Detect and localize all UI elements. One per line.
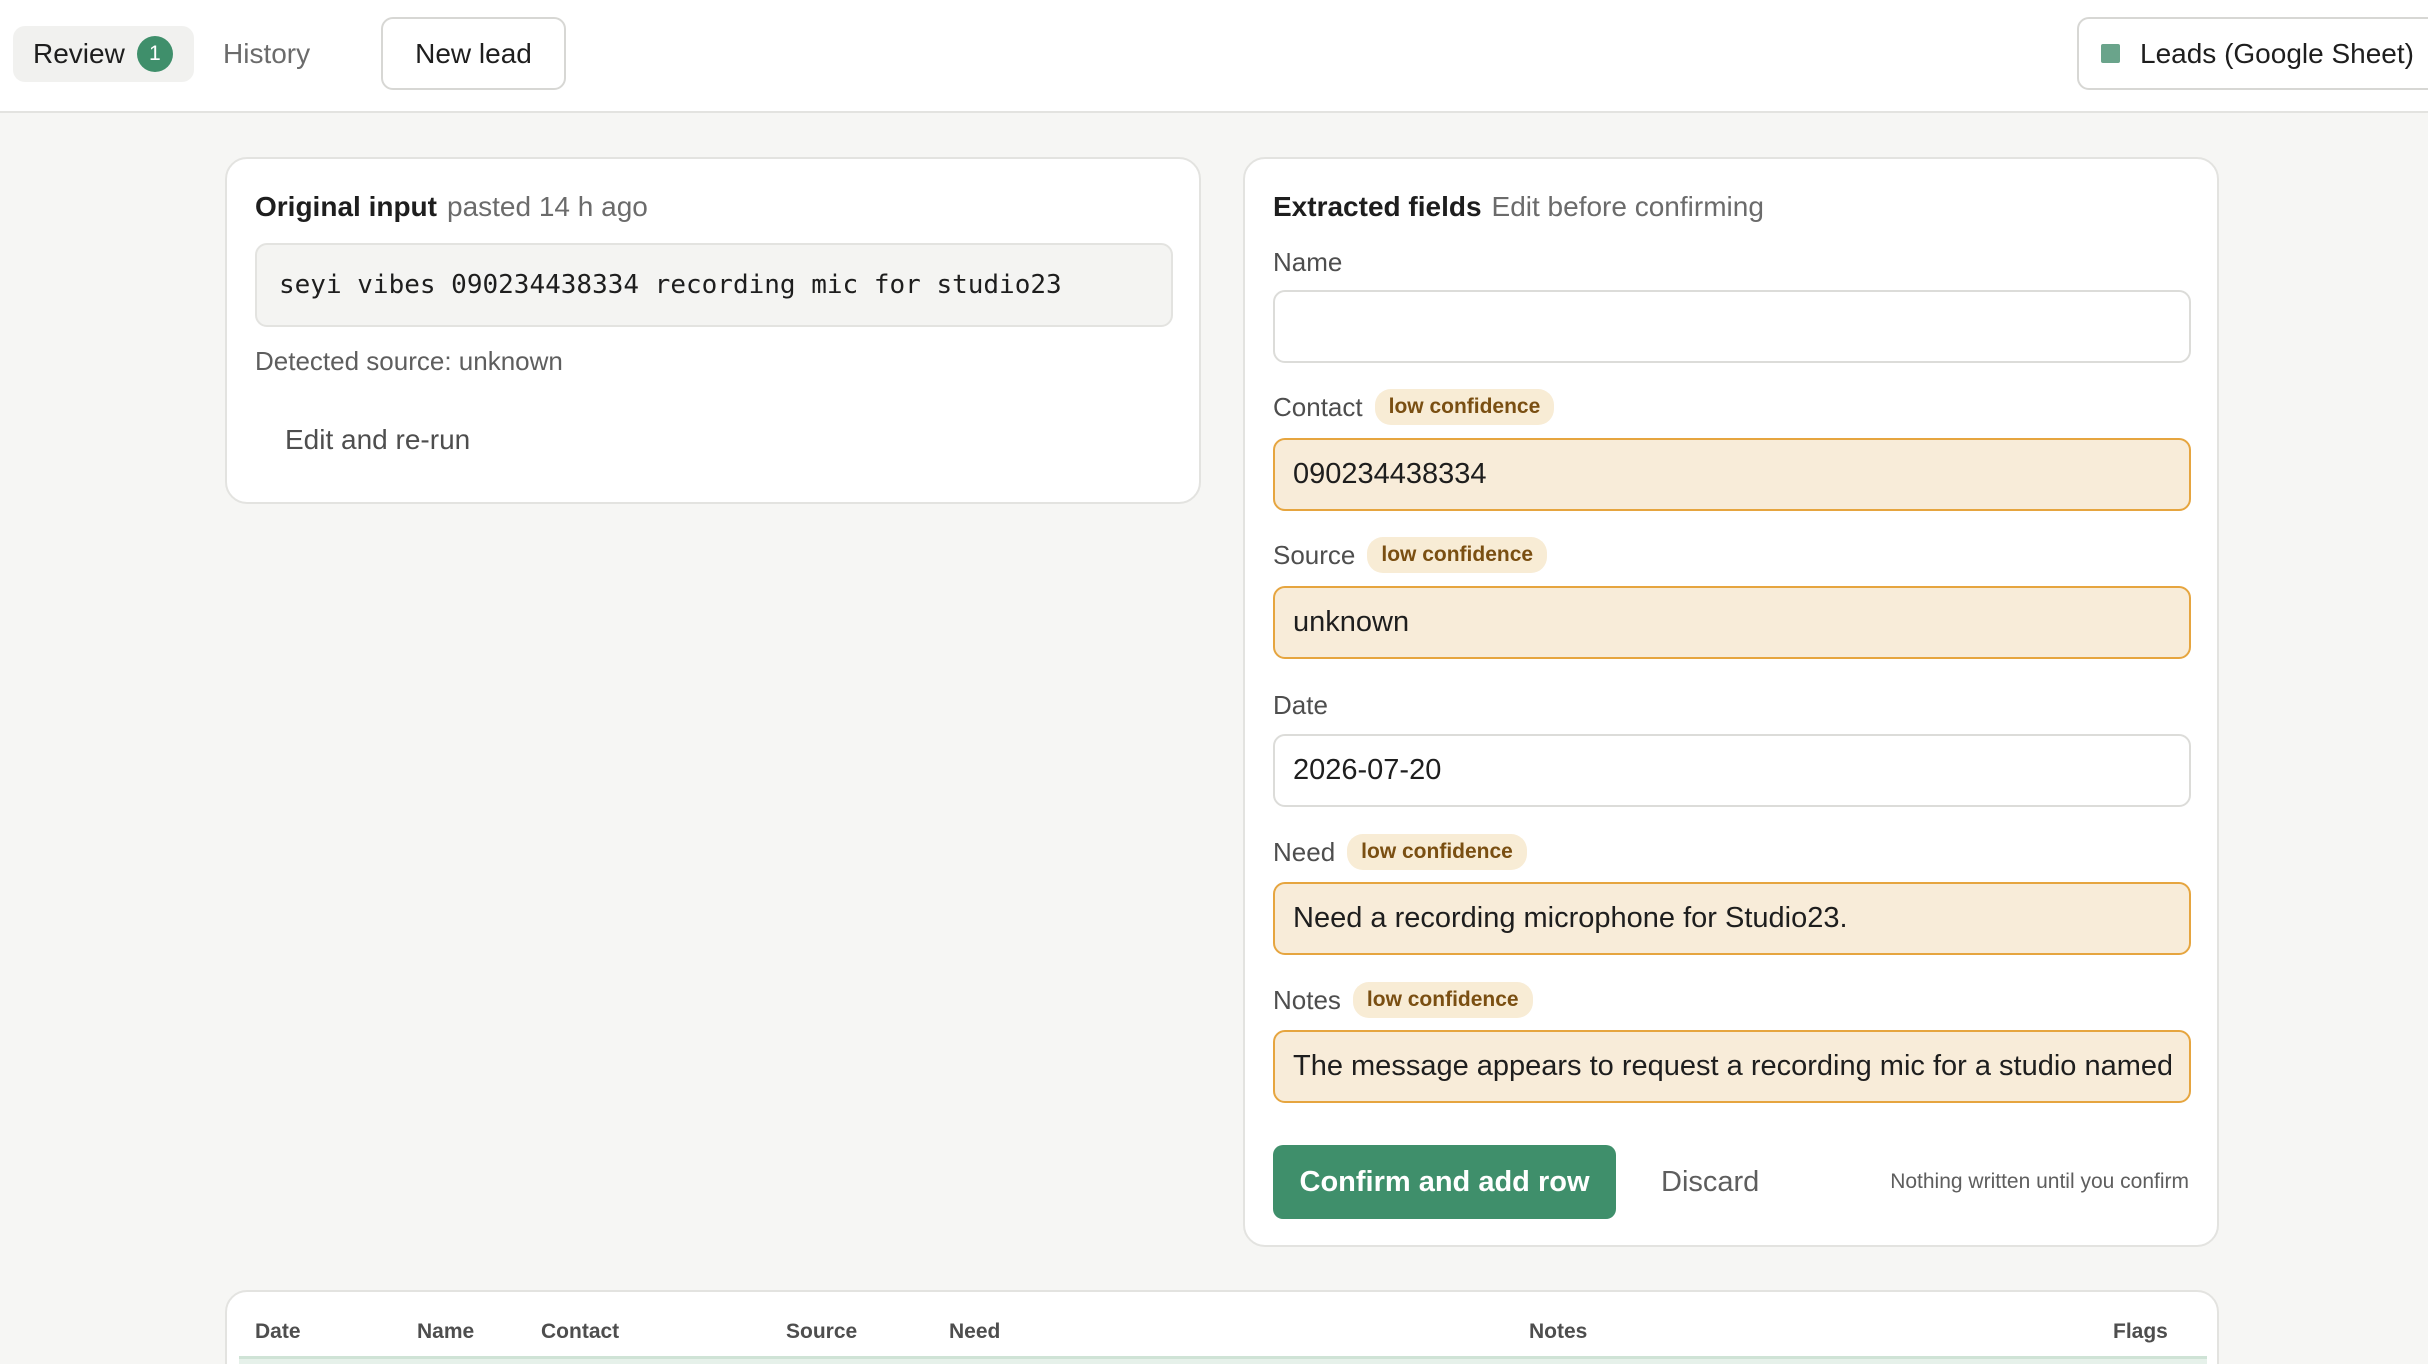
raw-input-text: seyi vibes 090234438334 recording mic fo… <box>255 243 1173 327</box>
sheet-label: Leads (Google Sheet) <box>2140 37 2414 69</box>
table-row[interactable] <box>239 1356 2207 1364</box>
column-header-flags: Flags <box>2113 1320 2168 1343</box>
date-label-text: Date <box>1273 689 1328 720</box>
need-label-text: Need <box>1273 836 1336 867</box>
date-field[interactable] <box>1273 734 2191 807</box>
name-label: Name <box>1273 245 1342 279</box>
name-label-text: Name <box>1273 246 1343 277</box>
tab-review-label: Review <box>33 38 125 69</box>
discard-button[interactable]: Discard <box>1645 1145 1775 1219</box>
edit-rerun-button[interactable]: Edit and re-run <box>255 409 500 471</box>
source-label: Source low confidence <box>1273 535 1548 575</box>
extracted-fields-card: Extracted fields Edit before confirming N… <box>1243 157 2219 1247</box>
column-header-notes: Notes <box>1529 1320 1588 1343</box>
notes-low-confidence-badge: low confidence <box>1352 982 1533 1018</box>
extracted-fields-subtitle: Edit before confirming <box>1491 191 1764 222</box>
name-field[interactable] <box>1273 290 2191 363</box>
extracted-fields-title: Extracted fields Edit before confirming <box>1273 191 1764 223</box>
new-lead-label: New lead <box>415 37 532 69</box>
column-header-name: Name <box>417 1320 475 1343</box>
sheet-icon <box>2101 44 2120 63</box>
tab-history[interactable]: History <box>223 26 310 82</box>
review-count-badge: 1 <box>136 36 173 72</box>
contact-low-confidence-badge: low confidence <box>1374 389 1555 425</box>
confirm-hint: Nothing written until you confirm <box>1890 1170 2189 1193</box>
need-label: Need low confidence <box>1273 832 1527 872</box>
leads-table: Date Name Contact Source Need Notes Flag… <box>225 1290 2219 1364</box>
edit-rerun-label: Edit and re-run <box>285 424 471 455</box>
source-field[interactable] <box>1273 586 2191 659</box>
contact-label: Contact low confidence <box>1273 387 1555 427</box>
contact-field[interactable] <box>1273 438 2191 511</box>
original-input-heading: Original input <box>255 191 437 222</box>
new-lead-button[interactable]: New lead <box>381 17 566 90</box>
notes-label: Notes low confidence <box>1273 980 1533 1020</box>
notes-field[interactable] <box>1273 1030 2191 1103</box>
need-low-confidence-badge: low confidence <box>1347 834 1527 870</box>
discard-label: Discard <box>1661 1165 1760 1198</box>
column-header-date: Date <box>255 1320 301 1343</box>
source-low-confidence-badge: low confidence <box>1367 537 1548 573</box>
column-header-contact: Contact <box>541 1320 620 1343</box>
date-label: Date <box>1273 685 1328 725</box>
confirm-add-row-button[interactable]: Confirm and add row <box>1273 1145 1616 1219</box>
contact-label-text: Contact <box>1273 391 1363 422</box>
column-header-source: Source <box>786 1320 858 1343</box>
top-bar: Review 1 History New lead Leads (Google … <box>0 0 2428 113</box>
sheet-link-button[interactable]: Leads (Google Sheet) <box>2077 17 2428 90</box>
detected-source: Detected source: unknown <box>255 346 563 376</box>
notes-label-text: Notes <box>1273 984 1341 1015</box>
original-input-timestamp: pasted 14 h ago <box>447 191 648 222</box>
extracted-fields-heading: Extracted fields <box>1273 191 1482 222</box>
original-input-card: Original input pasted 14 h ago seyi vibes… <box>225 157 1201 504</box>
need-field[interactable] <box>1273 882 2191 955</box>
tab-review[interactable]: Review 1 <box>13 26 194 82</box>
source-label-text: Source <box>1273 539 1356 570</box>
confirm-label: Confirm and add row <box>1299 1165 1590 1198</box>
original-input-title: Original input pasted 14 h ago <box>255 191 648 223</box>
column-header-need: Need <box>949 1320 1001 1343</box>
tab-history-label: History <box>223 38 311 69</box>
